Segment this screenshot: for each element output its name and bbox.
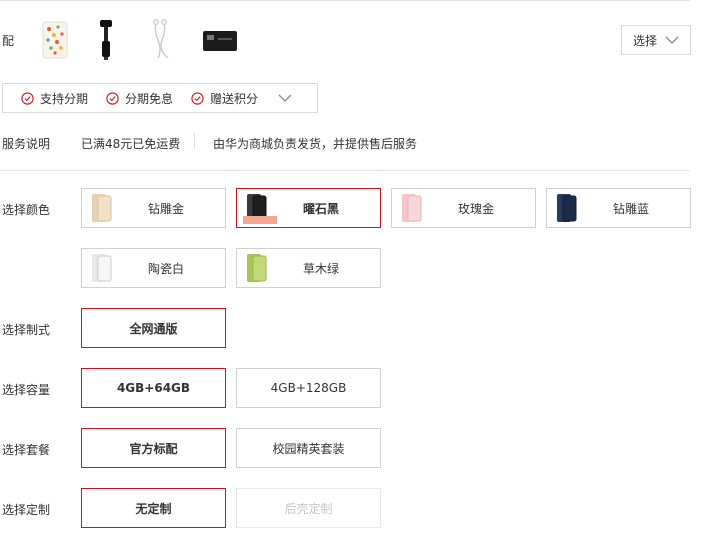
promo-label: 分期免息	[125, 91, 174, 106]
color-option-green[interactable]: 草木绿	[236, 248, 381, 288]
option-label: 官方标配	[129, 441, 178, 456]
option-label: 后壳定制	[284, 501, 333, 516]
color-option-blue[interactable]: 钻雕蓝	[546, 188, 691, 228]
check-circle-icon	[191, 91, 204, 105]
network-option-all[interactable]: 全网通版	[81, 308, 226, 348]
service-label: 服务说明	[2, 137, 51, 151]
chevron-down-icon	[665, 36, 679, 44]
promo-item-interest-free: 分期免息	[106, 90, 173, 107]
color-option-ceramic-white[interactable]: 陶瓷白	[81, 248, 226, 288]
check-circle-icon	[21, 91, 34, 105]
color-name: 草木绿	[302, 261, 339, 276]
selfie-stick-icon[interactable]	[88, 18, 124, 62]
phone-thumbnail	[395, 192, 427, 224]
phone-thumbnail	[85, 252, 117, 284]
color-option-black[interactable]: 曜石黑	[236, 188, 381, 228]
accessories-label: 配	[2, 34, 15, 48]
color-name: 钻雕蓝	[612, 201, 649, 216]
capacity-option-64gb[interactable]: 4GB+64GB	[81, 368, 226, 408]
shipping-text: 已满48元已免运费	[81, 137, 181, 151]
section-divider	[0, 170, 690, 171]
promo-item-points: 赠送积分	[191, 90, 258, 107]
capacity-option-128gb[interactable]: 4GB+128GB	[236, 368, 381, 408]
top-divider	[0, 0, 690, 1]
promo-label: 赠送积分	[210, 91, 259, 106]
phone-thumbnail	[85, 192, 117, 224]
color-name: 玫瑰金	[457, 201, 494, 216]
card-icon[interactable]	[200, 18, 240, 62]
option-label: 4GB+64GB	[116, 381, 191, 395]
select-button-label: 选择	[632, 33, 657, 48]
chevron-down-icon[interactable]	[278, 94, 292, 102]
custom-option-back-cover: 后壳定制	[236, 488, 381, 528]
bundle-option-campus[interactable]: 校园精英套装	[236, 428, 381, 468]
option-label: 全网通版	[129, 321, 178, 336]
color-name: 曜石黑	[302, 201, 339, 216]
option-label: 4GB+128GB	[270, 381, 347, 395]
promo-item-installment: 支持分期	[21, 90, 88, 107]
check-circle-icon	[106, 91, 119, 105]
phone-thumbnail	[550, 192, 582, 224]
accessories-select-button[interactable]: 选择	[621, 25, 691, 55]
promo-badge	[243, 216, 277, 224]
color-option-gold[interactable]: 钻雕金	[81, 188, 226, 228]
color-label: 选择颜色	[2, 203, 51, 217]
phone-thumbnail	[240, 252, 272, 284]
bundle-label: 选择套餐	[2, 443, 51, 457]
option-label: 无定制	[135, 501, 172, 516]
color-name: 钻雕金	[147, 201, 184, 216]
promo-box[interactable]: 支持分期 分期免息 赠送积分	[2, 83, 318, 113]
earphones-icon[interactable]	[144, 18, 180, 62]
service-separator	[194, 133, 195, 149]
custom-label: 选择定制	[2, 503, 51, 517]
phone-case-icon[interactable]	[38, 18, 74, 62]
seller-text: 由华为商城负责发货，并提供售后服务	[213, 137, 418, 151]
capacity-label: 选择容量	[2, 383, 51, 397]
promo-label: 支持分期	[40, 91, 89, 106]
network-label: 选择制式	[2, 323, 51, 337]
option-label: 校园精英套装	[272, 441, 345, 456]
custom-option-none[interactable]: 无定制	[81, 488, 226, 528]
color-option-rose-gold[interactable]: 玫瑰金	[391, 188, 536, 228]
color-name: 陶瓷白	[147, 261, 184, 276]
bundle-option-standard[interactable]: 官方标配	[81, 428, 226, 468]
